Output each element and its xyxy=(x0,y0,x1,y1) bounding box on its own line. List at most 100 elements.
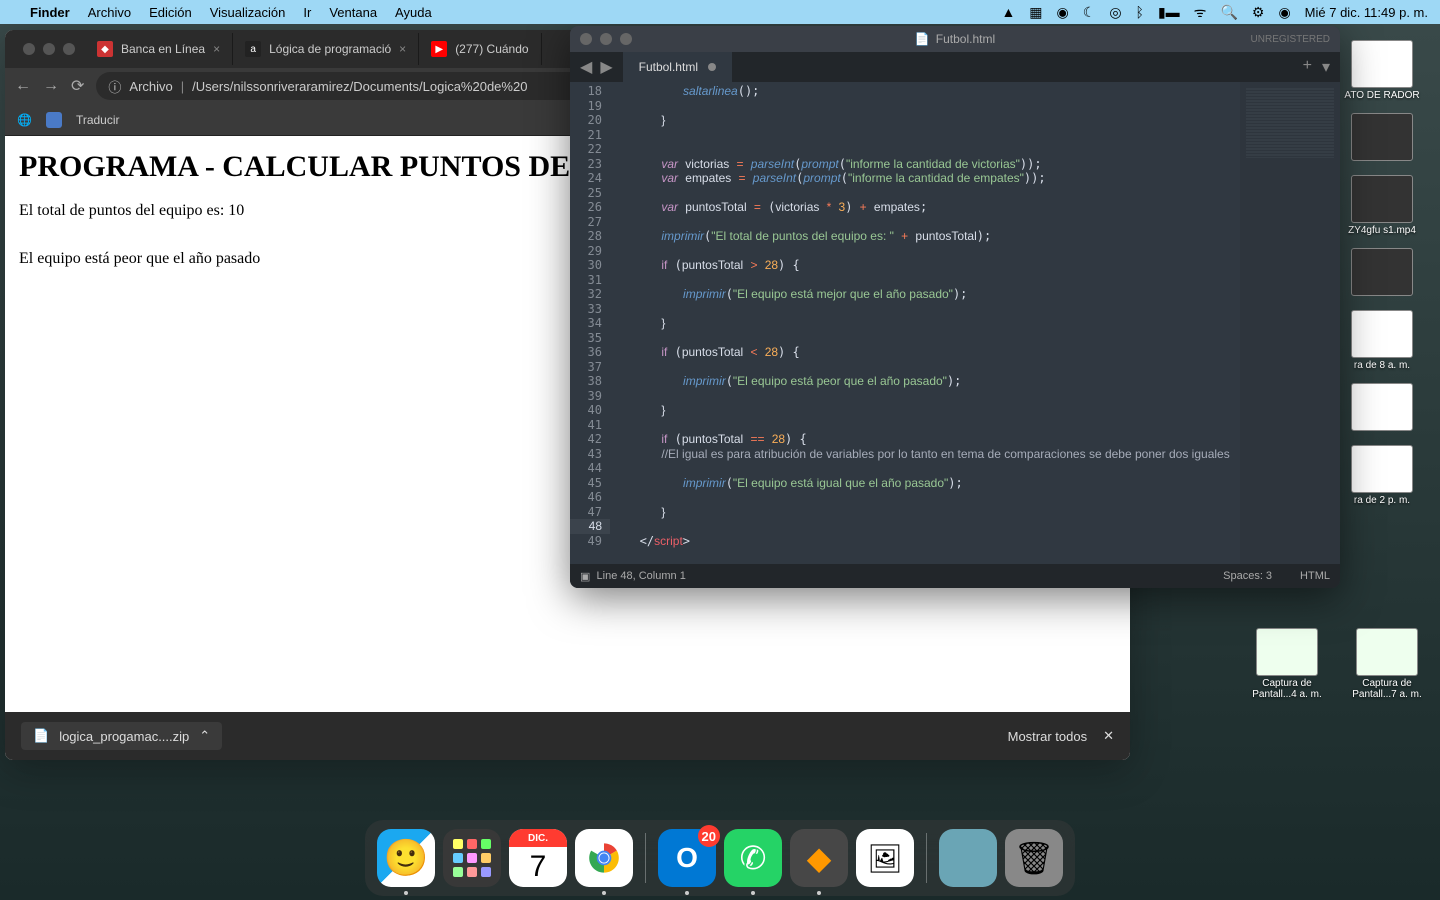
menu-edicion[interactable]: Edición xyxy=(149,5,192,20)
triangle-icon[interactable]: ▲ xyxy=(1001,4,1015,20)
dock-separator xyxy=(645,833,646,883)
dock-chrome[interactable] xyxy=(575,829,633,887)
chevron-up-icon[interactable]: ⌃ xyxy=(199,728,210,744)
close-shelf-icon[interactable]: ✕ xyxy=(1103,728,1114,744)
maximize-window-icon[interactable] xyxy=(620,33,632,45)
dock-trash[interactable]: 🗑 xyxy=(1005,829,1063,887)
dock-separator xyxy=(926,833,927,883)
close-window-icon[interactable] xyxy=(23,43,35,55)
siri-icon[interactable]: ◉ xyxy=(1278,4,1290,21)
line-gutter[interactable]: 18 19 20 21 22 23 24 25 26 27 28 29 30 3… xyxy=(570,82,610,564)
dock-sublime[interactable]: ◆ xyxy=(790,829,848,887)
info-icon: ⓘ xyxy=(108,77,121,96)
desktop-file[interactable] xyxy=(1337,383,1427,433)
wifi-icon[interactable]: ᯤ xyxy=(1194,3,1207,22)
desktop-files-column: ATO DE RADOR ZY4gfu s1.mp4 ra de 8 a. m.… xyxy=(1332,40,1432,506)
editor-tab[interactable]: Futbol.html xyxy=(623,52,732,82)
menu-ventana[interactable]: Ventana xyxy=(329,5,377,20)
code-editor[interactable]: saltarlinea(); } var victorias = parseIn… xyxy=(610,82,1240,564)
desktop-file[interactable]: ATO DE RADOR xyxy=(1337,40,1427,101)
cursor-position[interactable]: Line 48, Column 1 xyxy=(597,570,686,582)
airdrop-icon[interactable]: ◎ xyxy=(1109,4,1121,21)
menu-archivo[interactable]: Archivo xyxy=(88,5,131,20)
url-path: /Users/nilssonriveraramirez/Documents/Lo… xyxy=(192,79,527,94)
favicon-icon: ◆ xyxy=(97,41,113,57)
dock-whatsapp[interactable]: ✆ xyxy=(724,829,782,887)
file-icon: 📄 xyxy=(33,728,49,744)
tab-banca[interactable]: ◆ Banca en Línea × xyxy=(85,33,233,65)
close-tab-icon[interactable]: × xyxy=(213,42,220,56)
sublime-titlebar: 📄 Futbol.html UNREGISTERED xyxy=(570,26,1340,52)
tab-label: (277) Cuándo xyxy=(455,42,528,56)
status-bar: ▣ Line 48, Column 1 Spaces: 3 HTML xyxy=(570,564,1340,588)
tab-label: Banca en Línea xyxy=(121,42,205,56)
bookmark-traducir[interactable]: Traducir xyxy=(76,113,120,127)
dock-launchpad[interactable] xyxy=(443,829,501,887)
download-shelf: 📄 logica_progamac....zip ⌃ Mostrar todos… xyxy=(5,712,1130,760)
control-center-icon[interactable]: ⚙ xyxy=(1252,4,1265,21)
minimap[interactable] xyxy=(1240,82,1340,564)
calendar-month: DIC. xyxy=(509,829,567,847)
window-controls[interactable] xyxy=(580,33,632,45)
download-filename: logica_progamac....zip xyxy=(59,729,189,744)
moon-icon[interactable]: ☾ xyxy=(1083,4,1096,21)
minimize-window-icon[interactable] xyxy=(600,33,612,45)
url-scheme: Archivo xyxy=(129,79,172,94)
menu-ir[interactable]: Ir xyxy=(303,5,311,20)
macos-menubar: Finder Archivo Edición Visualización Ir … xyxy=(0,0,1440,24)
tab-youtube[interactable]: ▶ (277) Cuándo xyxy=(419,33,541,65)
sublime-window: 📄 Futbol.html UNREGISTERED ◀ ▶ Futbol.ht… xyxy=(570,26,1340,588)
close-tab-icon[interactable]: × xyxy=(399,42,406,56)
nav-back-icon[interactable]: ◀ xyxy=(576,57,596,77)
download-item[interactable]: 📄 logica_progamac....zip ⌃ xyxy=(21,722,222,750)
panel-switcher-icon[interactable]: ▣ xyxy=(580,570,590,583)
back-button[interactable]: ← xyxy=(15,77,31,95)
dock-finder[interactable]: 🙂 xyxy=(377,829,435,887)
dock-outlook[interactable]: O 20 xyxy=(658,829,716,887)
nav-forward-icon[interactable]: ▶ xyxy=(596,57,616,77)
close-window-icon[interactable] xyxy=(580,33,592,45)
menu-visualizacion[interactable]: Visualización xyxy=(210,5,286,20)
tab-filename: Futbol.html xyxy=(639,60,698,74)
minimize-window-icon[interactable] xyxy=(43,43,55,55)
desktop-file[interactable] xyxy=(1337,113,1427,163)
maximize-window-icon[interactable] xyxy=(63,43,75,55)
reload-button[interactable]: ⟳ xyxy=(71,76,84,96)
dock-preview[interactable]: 🖼 xyxy=(856,829,914,887)
tab-label: Lógica de programació xyxy=(269,42,391,56)
tab-dropdown-icon[interactable]: ▾ xyxy=(1322,57,1330,77)
favicon-icon: ▶ xyxy=(431,41,447,57)
unsaved-indicator-icon xyxy=(708,63,716,71)
dock-minimized-window[interactable] xyxy=(939,829,997,887)
calendar-day: 7 xyxy=(530,847,547,887)
new-tab-icon[interactable]: + xyxy=(1303,57,1312,77)
unregistered-label: UNREGISTERED xyxy=(1251,34,1330,45)
tab-logica[interactable]: a Lógica de programació × xyxy=(233,33,419,65)
favicon-icon: a xyxy=(245,41,261,57)
forward-button[interactable]: → xyxy=(43,77,59,95)
show-all-downloads[interactable]: Mostrar todos xyxy=(1008,729,1087,744)
bluetooth-icon[interactable]: ᛒ xyxy=(1136,4,1144,20)
desktop-files-row: Captura de Pantall...4 a. m. Captura de … xyxy=(1242,628,1432,700)
battery-icon[interactable]: ▮▬ xyxy=(1158,4,1180,21)
desktop-file[interactable] xyxy=(1337,248,1427,298)
desktop-file[interactable]: ra de 2 p. m. xyxy=(1337,445,1427,506)
globe-icon[interactable]: 🌐 xyxy=(17,113,32,127)
menu-ayuda[interactable]: Ayuda xyxy=(395,5,432,20)
indent-setting[interactable]: Spaces: 3 xyxy=(1223,570,1272,582)
window-controls[interactable] xyxy=(13,43,85,55)
sublime-tabbar: ◀ ▶ Futbol.html + ▾ xyxy=(570,52,1340,82)
syntax-setting[interactable]: HTML xyxy=(1300,570,1330,582)
menubar-clock[interactable]: Mié 7 dic. 11:49 p. m. xyxy=(1305,5,1428,20)
desktop-file[interactable]: ra de 8 a. m. xyxy=(1337,310,1427,371)
dock-calendar[interactable]: DIC. 7 xyxy=(509,829,567,887)
menu-app-name[interactable]: Finder xyxy=(30,5,70,20)
play-circle-icon[interactable]: ◉ xyxy=(1057,4,1069,21)
translate-icon[interactable] xyxy=(46,112,62,128)
stage-manager-icon[interactable]: ▦ xyxy=(1029,4,1042,21)
desktop-file[interactable]: Captura de Pantall...4 a. m. xyxy=(1242,628,1332,700)
desktop-file[interactable]: ZY4gfu s1.mp4 xyxy=(1337,175,1427,236)
search-icon[interactable]: 🔍 xyxy=(1220,4,1237,21)
desktop-file[interactable]: Captura de Pantall...7 a. m. xyxy=(1342,628,1432,700)
window-title: Futbol.html xyxy=(936,32,995,46)
